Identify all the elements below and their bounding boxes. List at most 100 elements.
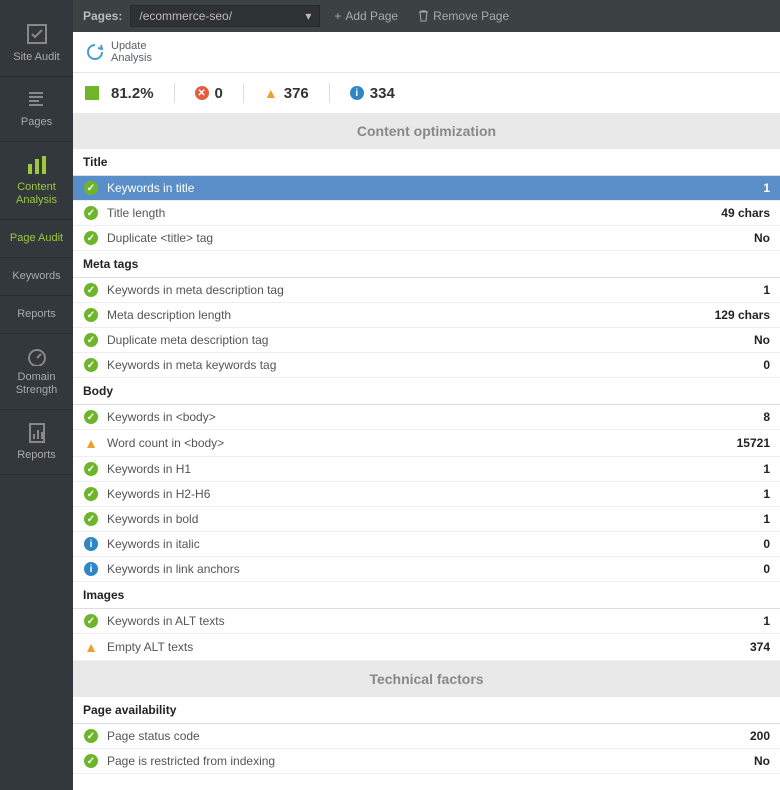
- row-value: 129 chars: [715, 308, 770, 322]
- pages-label: Pages:: [83, 9, 122, 23]
- stat-info[interactable]: i 334: [350, 85, 395, 102]
- content-icon: [25, 154, 49, 176]
- audit-row[interactable]: ✓Duplicate meta description tagNo: [73, 328, 780, 353]
- audit-row[interactable]: ✓Keywords in meta description tag1: [73, 278, 780, 303]
- ok-icon: ✓: [84, 333, 98, 347]
- rows-images: ✓ Keywords in ALT texts1 ▲Empty ALT texts3…: [73, 609, 780, 661]
- toolbar: Pages: /ecommerce-seo/ ▾ + Add Page Remo…: [73, 0, 780, 32]
- row-label: Keywords in H1: [107, 462, 763, 476]
- row-status-icon: ✓: [83, 614, 99, 628]
- ok-icon: ✓: [84, 512, 98, 526]
- row-value: 1: [763, 614, 770, 628]
- stat-warnings[interactable]: ▲ 376: [264, 85, 309, 102]
- sidebar-item-page-audit[interactable]: Page Audit: [0, 220, 73, 258]
- audit-row[interactable]: ✓ Keywords in <body>8: [73, 405, 780, 430]
- trash-icon: [418, 10, 429, 22]
- row-status-icon: ✓: [83, 512, 99, 526]
- audit-row[interactable]: iKeywords in italic0: [73, 532, 780, 557]
- sidebar-item-label: Page Audit: [10, 232, 63, 245]
- row-label: Duplicate <title> tag: [107, 231, 754, 245]
- info-icon: i: [84, 562, 98, 576]
- audit-row[interactable]: ▲Empty ALT texts374: [73, 634, 780, 661]
- audit-row[interactable]: ✓Meta description length129 chars: [73, 303, 780, 328]
- row-label: Keywords in link anchors: [107, 562, 763, 576]
- ok-icon: ✓: [84, 462, 98, 476]
- row-label: Keywords in meta keywords tag: [107, 358, 763, 372]
- sidebar-item-label: Pages: [21, 116, 52, 129]
- stat-errors[interactable]: ✕ 0: [195, 85, 223, 102]
- ok-icon: ✓: [84, 206, 98, 220]
- row-value: 1: [763, 512, 770, 526]
- audit-row[interactable]: ▲Word count in <body>15721: [73, 430, 780, 457]
- row-status-icon: ✓: [83, 308, 99, 322]
- gauge-icon: [25, 346, 49, 366]
- audit-row[interactable]: ✓Page status code200: [73, 724, 780, 749]
- row-value: 8: [763, 410, 770, 424]
- row-status-icon: ▲: [83, 435, 99, 451]
- audit-row[interactable]: ✓Keywords in bold1: [73, 507, 780, 532]
- ok-icon: ✓: [84, 410, 98, 424]
- sidebar-item-site-audit[interactable]: Site Audit: [0, 10, 73, 77]
- row-status-icon: ✓: [83, 283, 99, 297]
- stat-warnings-value: 376: [284, 85, 309, 102]
- audit-row[interactable]: ✓Duplicate <title> tagNo: [73, 226, 780, 251]
- audit-row[interactable]: ✓ Page is restricted from indexingNo: [73, 749, 780, 774]
- sidebar-item-keywords[interactable]: Keywords: [0, 258, 73, 296]
- row-status-icon: ✓: [83, 206, 99, 220]
- score-square-icon: [85, 86, 99, 100]
- update-bar: UpdateAnalysis: [73, 32, 780, 73]
- info-icon: i: [350, 86, 364, 100]
- row-label: Keywords in italic: [107, 537, 763, 551]
- section-content-optimization: Content optimization: [73, 113, 780, 149]
- sidebar-item-reports2[interactable]: Reports: [0, 410, 73, 475]
- ok-icon: ✓: [84, 283, 98, 297]
- audit-row[interactable]: ✓Keywords in meta keywords tag0: [73, 353, 780, 378]
- audit-row[interactable]: ✓Keywords in H2-H61: [73, 482, 780, 507]
- plus-icon: +: [334, 9, 341, 23]
- row-status-icon: ▲: [83, 639, 99, 655]
- sidebar-item-pages[interactable]: Pages: [0, 77, 73, 142]
- sidebar-item-label: Content Analysis: [4, 181, 69, 207]
- row-status-icon: ✓: [83, 754, 99, 768]
- row-status-icon: ✓: [83, 358, 99, 372]
- add-page-button[interactable]: + Add Page: [328, 9, 404, 23]
- audit-row[interactable]: ✓Title length49 chars: [73, 201, 780, 226]
- divider: [174, 83, 175, 103]
- row-value: 1: [763, 462, 770, 476]
- row-value: 15721: [737, 436, 770, 450]
- ok-icon: ✓: [84, 729, 98, 743]
- main-content: Pages: /ecommerce-seo/ ▾ + Add Page Remo…: [73, 0, 780, 790]
- row-label: Keywords in meta description tag: [107, 283, 763, 297]
- update-analysis-button[interactable]: UpdateAnalysis: [85, 40, 152, 64]
- audit-row[interactable]: ✓Keywords in title1: [73, 176, 780, 201]
- sidebar: Site Audit Pages Content Analysis Page A…: [0, 0, 73, 790]
- group-body: Body: [73, 378, 780, 405]
- audit-row[interactable]: i Keywords in link anchors0: [73, 557, 780, 582]
- rows-title: ✓Keywords in title1✓Title length49 chars…: [73, 176, 780, 251]
- page-select[interactable]: /ecommerce-seo/ ▾: [130, 5, 320, 27]
- warning-icon: ▲: [84, 435, 98, 451]
- row-label: Keywords in <body>: [107, 410, 763, 424]
- row-label: Page status code: [107, 729, 750, 743]
- add-page-label: Add Page: [345, 9, 398, 23]
- row-label: Keywords in H2-H6: [107, 487, 763, 501]
- stats-bar: 81.2% ✕ 0 ▲ 376 i 334: [73, 73, 780, 113]
- row-label: Keywords in ALT texts: [107, 614, 763, 628]
- sidebar-item-label: Reports: [17, 449, 56, 462]
- row-value: No: [754, 754, 770, 768]
- divider: [243, 83, 244, 103]
- audit-row[interactable]: ✓ Keywords in ALT texts1: [73, 609, 780, 634]
- info-icon: i: [84, 537, 98, 551]
- sidebar-item-domain-strength[interactable]: Domain Strength: [0, 334, 73, 410]
- remove-page-button[interactable]: Remove Page: [412, 9, 515, 23]
- sidebar-item-content-analysis[interactable]: Content Analysis: [0, 142, 73, 220]
- sidebar-item-reports[interactable]: Reports: [0, 296, 73, 334]
- group-meta: Meta tags: [73, 251, 780, 278]
- row-value: 0: [763, 562, 770, 576]
- check-box-icon: [25, 22, 49, 46]
- row-status-icon: ✓: [83, 181, 99, 195]
- sidebar-item-label: Keywords: [12, 270, 60, 283]
- audit-row[interactable]: ✓ Keywords in H11: [73, 457, 780, 482]
- row-label: Page is restricted from indexing: [107, 754, 754, 768]
- page-select-value: /ecommerce-seo/: [139, 9, 232, 23]
